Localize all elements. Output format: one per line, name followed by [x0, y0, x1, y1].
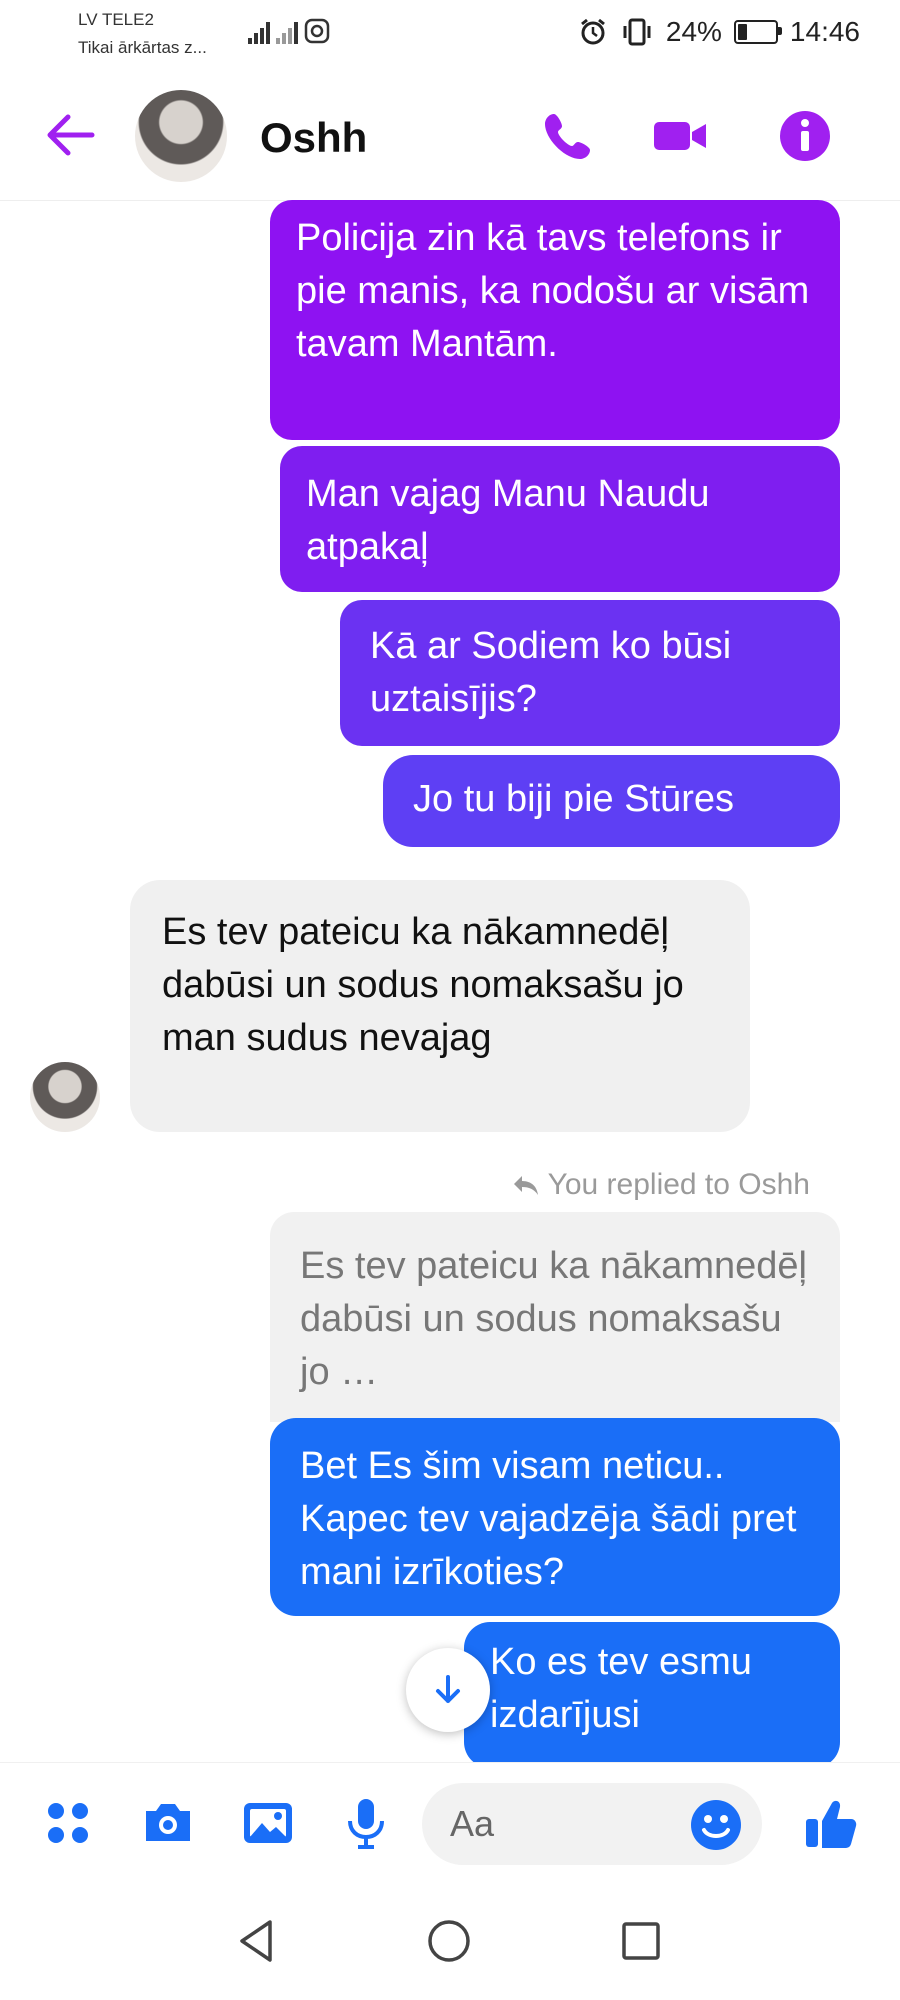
gallery-icon[interactable] [240, 1795, 296, 1851]
conversation-header: Oshh [0, 70, 900, 201]
message-composer [0, 1762, 900, 1883]
scroll-to-bottom-button[interactable] [406, 1648, 490, 1732]
menu-dots-icon[interactable] [40, 1795, 96, 1851]
signal-icons [248, 18, 330, 44]
signal-strength-icon [248, 20, 270, 44]
carrier-name: LV TELE2 [78, 10, 154, 29]
quoted-message[interactable]: Es tev pateicu ka nākamnedēļ dabūsi un s… [270, 1212, 840, 1422]
emoji-icon[interactable] [688, 1797, 744, 1853]
info-icon[interactable] [777, 108, 833, 164]
reply-arrow-icon [513, 1176, 538, 1195]
video-camera-icon[interactable] [652, 108, 708, 164]
outgoing-message[interactable]: Jo tu biji pie Stūres [383, 755, 840, 847]
back-triangle-icon[interactable] [232, 1916, 282, 1966]
battery-icon [733, 20, 782, 44]
status-bar: LV TELE2 Tikai ārkārtas z... 24% 14:46 [0, 0, 900, 70]
instagram-icon [304, 18, 330, 44]
home-circle-icon[interactable] [424, 1916, 474, 1966]
recents-square-icon[interactable] [616, 1916, 666, 1966]
carrier-status: Tikai ārkārtas z... [78, 38, 207, 57]
phone-icon[interactable] [540, 108, 596, 164]
thumbs-up-icon[interactable] [802, 1793, 862, 1853]
outgoing-message[interactable]: Bet Es šim visam neticu.. Kapec tev vaja… [270, 1418, 840, 1616]
back-arrow-icon[interactable] [44, 112, 96, 158]
microphone-icon[interactable] [338, 1795, 394, 1851]
battery-percent: 24% [665, 16, 722, 47]
outgoing-message[interactable]: Man vajag Manu Naudu atpakaļ [280, 446, 840, 592]
arrow-down-icon [436, 1675, 460, 1703]
camera-icon[interactable] [140, 1795, 196, 1851]
contact-name[interactable]: Oshh [260, 114, 367, 162]
signal-strength-2-icon [276, 20, 298, 44]
reply-indicator: You replied to Oshh [512, 1168, 810, 1202]
outgoing-message[interactable]: Kā ar Sodiem ko būsi uztaisījis? [340, 600, 840, 746]
reply-label: You replied to Oshh [547, 1168, 810, 1201]
alarm-icon [580, 18, 605, 45]
contact-avatar[interactable] [135, 90, 227, 182]
vibrate-icon [623, 18, 651, 46]
incoming-message[interactable]: Es tev pateicu ka nākamnedēļ dabūsi un s… [130, 880, 750, 1132]
outgoing-message[interactable]: Ko es tev esmu izdarījusi [464, 1622, 840, 1768]
clock-time: 14:46 [789, 16, 860, 47]
sender-avatar [30, 1062, 100, 1132]
system-navigation-bar [0, 1884, 900, 2000]
outgoing-message[interactable]: Policija zin kā tavs telefons ir pie man… [270, 200, 840, 440]
